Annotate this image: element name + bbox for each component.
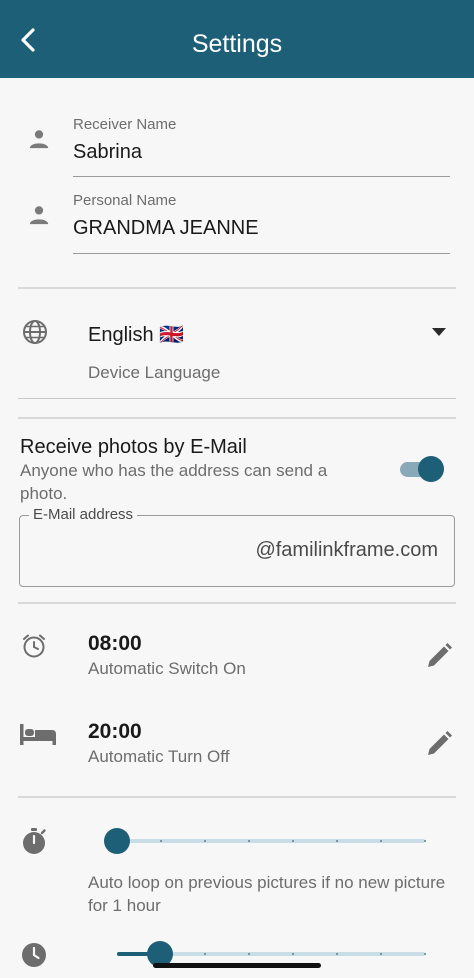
bed-icon: [18, 720, 58, 748]
switch-on-time: 08:00: [88, 632, 142, 655]
receiver-name-input[interactable]: Sabrina: [73, 141, 142, 164]
email-address-label: E-Mail address: [29, 506, 138, 523]
globe-icon: [21, 318, 49, 346]
auto-loop-slider[interactable]: [104, 826, 426, 856]
language-underline: [18, 398, 456, 399]
turn-off-time: 20:00: [88, 720, 142, 743]
slider-tick: [204, 840, 206, 842]
slider-tick: [204, 953, 206, 955]
toggle-knob: [418, 456, 444, 482]
personal-name-underline: [73, 253, 450, 254]
pencil-icon: [428, 643, 452, 667]
stopwatch-icon: [20, 826, 48, 856]
page-title: Settings: [191, 30, 283, 58]
person-icon: [26, 202, 52, 228]
slider-tick: [292, 840, 294, 842]
personal-name-input[interactable]: GRANDMA JEANNE: [73, 217, 259, 240]
slider-tick: [424, 953, 426, 955]
turn-off-caption: Automatic Turn Off: [88, 747, 230, 766]
section-divider: [18, 287, 456, 289]
email-description: Anyone who has the address can send a ph…: [20, 461, 328, 503]
dropdown-arrow-icon[interactable]: [430, 326, 448, 338]
email-address-input[interactable]: @familinkframe.com: [255, 539, 438, 562]
slider-tick: [380, 840, 382, 842]
email-toggle[interactable]: [398, 456, 444, 482]
app-bar: Settings: [0, 0, 474, 78]
slider-tick: [336, 953, 338, 955]
slider-tick: [248, 840, 250, 842]
language-caption: Device Language: [88, 363, 221, 382]
receiver-name-label: Receiver Name: [73, 116, 177, 133]
person-icon: [26, 126, 52, 152]
language-select[interactable]: English 🇬🇧: [88, 322, 184, 347]
section-divider: [18, 602, 456, 604]
home-indicator: [153, 963, 321, 968]
slider-track: [117, 839, 425, 843]
slider-tick: [292, 953, 294, 955]
switch-on-caption: Automatic Switch On: [88, 659, 246, 678]
edit-turn-off-button[interactable]: [423, 728, 455, 760]
pencil-icon: [428, 731, 452, 755]
slider-tick: [336, 840, 338, 842]
section-divider: [18, 796, 456, 798]
alarm-clock-icon: [20, 632, 48, 660]
email-section-title: Receive photos by E-Mail: [20, 436, 247, 458]
clock-icon: [20, 940, 48, 970]
slider-tick: [160, 840, 162, 842]
slider-tick: [380, 953, 382, 955]
receiver-name-underline: [73, 176, 450, 177]
edit-switch-on-button[interactable]: [423, 640, 455, 672]
section-divider: [18, 417, 456, 419]
auto-loop-caption: Auto loop on previous pictures if no new…: [88, 873, 446, 915]
slider-thumb[interactable]: [104, 828, 130, 854]
personal-name-label: Personal Name: [73, 192, 177, 209]
slider-tick: [424, 840, 426, 842]
slider-tick: [248, 953, 250, 955]
